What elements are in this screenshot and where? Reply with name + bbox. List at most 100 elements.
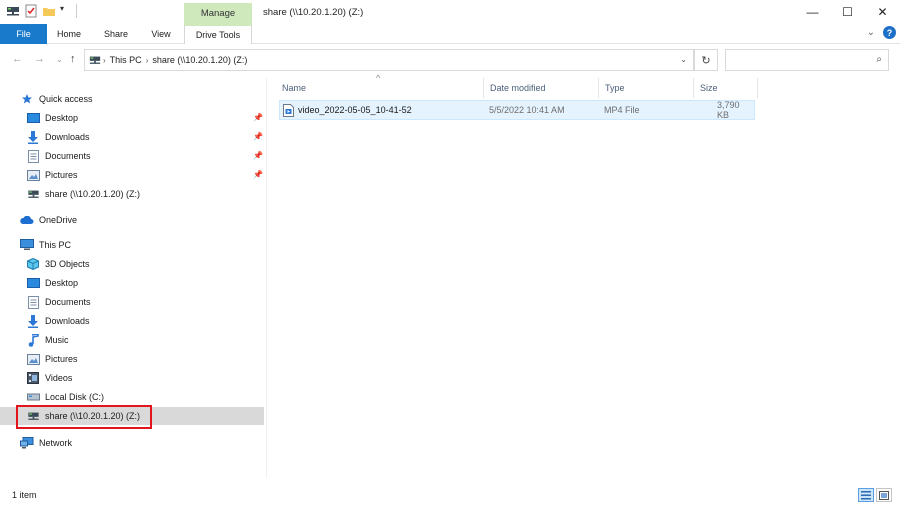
downloads-icon — [26, 314, 40, 328]
pictures-icon — [26, 353, 40, 366]
cloud-icon — [20, 214, 34, 227]
nav-pc-downloads[interactable]: Downloads — [26, 312, 290, 330]
nav-quick-access[interactable]: Quick access — [20, 90, 284, 108]
nav-pc-documents[interactable]: Documents — [26, 293, 290, 311]
ribbon-right-controls: ⌄ ? — [867, 26, 896, 39]
pin-icon[interactable]: 📌 — [253, 151, 263, 160]
nav-onedrive-label: OneDrive — [39, 215, 78, 225]
tab-drive-tools[interactable]: Drive Tools — [184, 24, 252, 44]
manage-contextual-tab[interactable]: Manage — [184, 3, 252, 24]
refresh-icon: ↻ — [701, 54, 711, 67]
nav-pc-pictures[interactable]: Pictures — [26, 350, 290, 368]
nav-onedrive[interactable]: OneDrive — [20, 211, 284, 229]
3d-objects-icon — [26, 258, 40, 271]
nav-network-label: Network — [39, 438, 73, 448]
music-icon — [26, 333, 40, 347]
breadcrumb-chevron-icon[interactable]: › — [103, 56, 106, 65]
network-drive-icon — [26, 188, 40, 201]
network-icon — [20, 437, 34, 450]
documents-icon — [26, 295, 40, 309]
window-controls: — ☐ ✕ — [795, 0, 900, 24]
nav-item-label: Pictures — [45, 354, 78, 364]
tab-view[interactable]: View — [140, 24, 182, 44]
details-view-button[interactable] — [858, 488, 874, 502]
desktop-icon — [26, 277, 40, 290]
pin-icon[interactable]: 📌 — [253, 170, 263, 179]
nav-quick-share[interactable]: share (\\10.20.1.20) (Z:) — [26, 185, 290, 203]
pane-divider[interactable] — [266, 78, 267, 478]
file-row[interactable]: video_2022-05-05_10-41-52 5/5/2022 10:41… — [279, 100, 755, 120]
nav-network[interactable]: Network — [20, 434, 284, 452]
toolbar-separator — [76, 4, 77, 18]
nav-item-label: Documents — [45, 297, 91, 307]
network-drive-icon[interactable] — [6, 4, 20, 18]
forward-arrow-icon[interactable]: → — [34, 53, 45, 65]
nav-pc-local-disk[interactable]: Local Disk (C:) — [26, 388, 290, 406]
breadcrumb-chevron-icon[interactable]: › — [146, 56, 149, 65]
address-dropdown-icon[interactable]: ⌄ — [680, 55, 687, 64]
column-header-size[interactable]: Size — [694, 78, 758, 98]
nav-quick-downloads[interactable]: Downloads 📌 — [26, 128, 290, 146]
address-bar[interactable]: › This PC › share (\\10.20.1.20) (Z:) ⌄ — [84, 49, 694, 71]
status-bar: 1 item — [0, 486, 900, 506]
close-button[interactable]: ✕ — [865, 0, 900, 24]
nav-this-pc[interactable]: This PC — [20, 236, 284, 254]
maximize-button[interactable]: ☐ — [830, 0, 865, 24]
large-icons-view-icon — [879, 490, 889, 500]
collapse-ribbon-icon[interactable]: ⌄ — [867, 27, 875, 38]
help-icon[interactable]: ? — [883, 26, 896, 39]
address-row: ← → ⌄ ↑ › This PC › share (\\10.20.1.20)… — [0, 45, 900, 75]
documents-icon — [26, 149, 40, 163]
nav-item-label: Downloads — [45, 132, 90, 142]
desktop-icon — [26, 112, 40, 125]
nav-pc-music[interactable]: Music — [26, 331, 290, 349]
nav-item-label: Desktop — [45, 278, 79, 288]
search-icon: ⌕ — [876, 54, 882, 65]
pin-icon[interactable]: 📌 — [253, 113, 263, 122]
customize-toolbar-icon[interactable]: ▾ — [60, 4, 68, 18]
nav-item-label: Music — [45, 335, 69, 345]
new-folder-icon[interactable] — [42, 4, 56, 18]
file-type: MP4 File — [604, 105, 640, 115]
nav-item-label: Documents — [45, 151, 91, 161]
column-header-date-modified[interactable]: Date modified — [484, 78, 599, 98]
file-date-modified: 5/5/2022 10:41 AM — [489, 105, 565, 115]
properties-icon[interactable] — [24, 4, 38, 18]
search-input[interactable]: ⌕ — [725, 49, 889, 71]
breadcrumb-this-pc[interactable]: This PC — [110, 55, 142, 65]
tab-home[interactable]: Home — [47, 24, 91, 44]
refresh-button[interactable]: ↻ — [694, 49, 718, 71]
file-name: video_2022-05-05_10-41-52 — [298, 105, 412, 115]
network-drive-icon — [89, 54, 101, 66]
column-header-name[interactable]: Name — [276, 78, 484, 98]
title-bar: ▾ Manage share (\\10.20.1.20) (Z:) — ☐ ✕ — [0, 0, 900, 24]
tab-file[interactable]: File — [0, 24, 47, 44]
pin-icon[interactable]: 📌 — [253, 132, 263, 141]
breadcrumb-share[interactable]: share (\\10.20.1.20) (Z:) — [152, 55, 247, 65]
nav-pc-videos[interactable]: Videos — [26, 369, 290, 387]
quick-access-toolbar: ▾ — [6, 4, 77, 18]
nav-quick-pictures[interactable]: Pictures 📌 — [26, 166, 290, 184]
back-arrow-icon[interactable]: ← — [12, 53, 23, 65]
column-header-type[interactable]: Type — [599, 78, 694, 98]
nav-item-label: Downloads — [45, 316, 90, 326]
minimize-button[interactable]: — — [795, 0, 830, 24]
downloads-icon — [26, 130, 40, 144]
nav-item-label: Desktop — [45, 113, 79, 123]
nav-pc-3d-objects[interactable]: 3D Objects — [26, 255, 290, 273]
nav-quick-documents[interactable]: Documents 📌 — [26, 147, 290, 165]
details-view-icon — [861, 490, 871, 499]
large-icons-view-button[interactable] — [876, 488, 892, 502]
nav-item-label: share (\\10.20.1.20) (Z:) — [45, 189, 141, 199]
videos-icon — [26, 372, 40, 385]
up-arrow-icon[interactable]: ↑ — [70, 53, 76, 65]
file-size: 3,790 KB — [717, 100, 740, 120]
nav-pc-desktop[interactable]: Desktop — [26, 274, 290, 292]
recent-locations-icon[interactable]: ⌄ — [56, 55, 63, 64]
nav-quick-access-label: Quick access — [39, 94, 93, 104]
item-count: 1 item — [12, 490, 37, 500]
column-headers: Name Date modified Type Size — [276, 78, 761, 98]
star-icon — [20, 93, 34, 106]
nav-quick-desktop[interactable]: Desktop 📌 — [26, 109, 290, 127]
tab-share[interactable]: Share — [93, 24, 139, 44]
